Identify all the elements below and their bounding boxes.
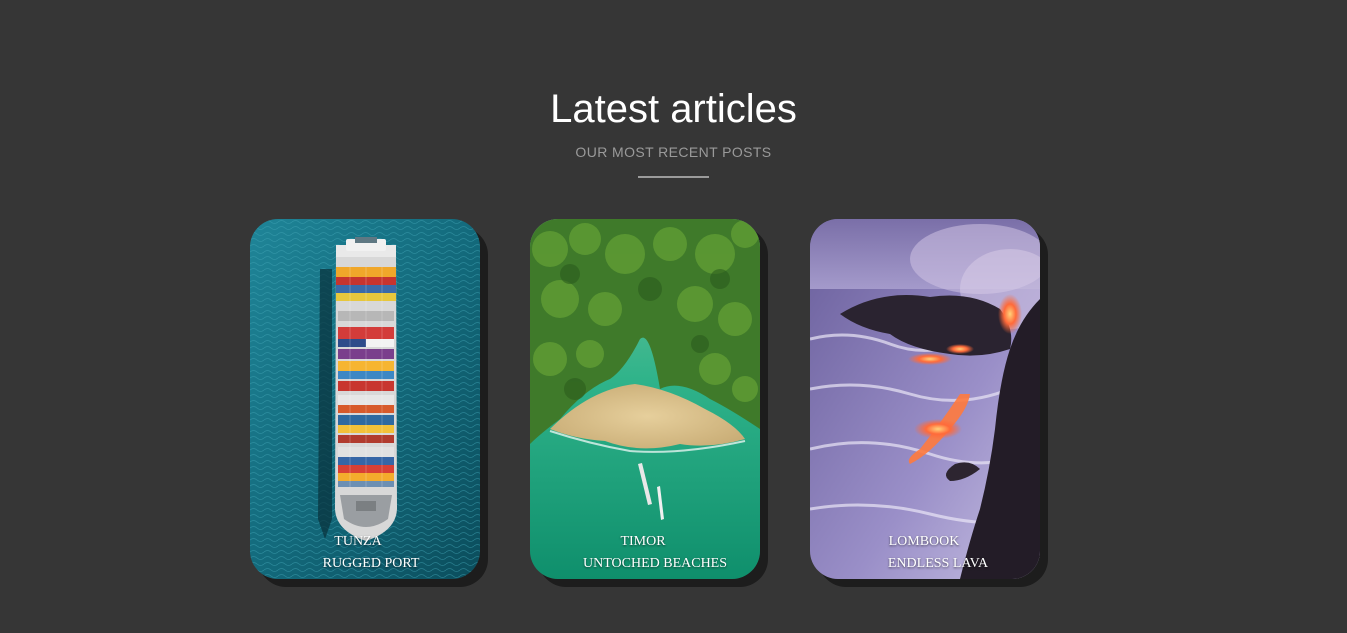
page-title: Latest articles xyxy=(550,87,797,131)
article-place: LOMBOOK xyxy=(888,534,960,549)
title-divider xyxy=(638,176,709,178)
article-cards: TUNZA RUGGED PORT TIMOR UNTOCHED BEACHES… xyxy=(250,219,1040,579)
article-caption: TUNZA RUGGED PORT xyxy=(250,531,480,575)
lava-coast-image xyxy=(810,219,1040,579)
article-headline: UNTOCHED BEACHES xyxy=(582,556,728,571)
article-caption: TIMOR UNTOCHED BEACHES xyxy=(530,531,760,575)
article-card-tunza[interactable]: TUNZA RUGGED PORT xyxy=(250,219,480,579)
article-card-lombook[interactable]: LOMBOOK ENDLESS LAVA xyxy=(810,219,1040,579)
article-headline: ENDLESS LAVA xyxy=(887,556,989,571)
article-place: TIMOR xyxy=(620,534,666,549)
section-header: Latest articles OUR MOST RECENT POSTS xyxy=(0,86,1347,178)
page-subtitle: OUR MOST RECENT POSTS xyxy=(575,144,772,160)
article-headline: RUGGED PORT xyxy=(322,556,420,571)
article-card-timor[interactable]: TIMOR UNTOCHED BEACHES xyxy=(530,219,760,579)
article-place: TUNZA xyxy=(334,534,382,549)
container-ship-image xyxy=(250,219,480,579)
tropical-beach-image xyxy=(530,219,760,579)
article-caption: LOMBOOK ENDLESS LAVA xyxy=(810,531,1040,575)
